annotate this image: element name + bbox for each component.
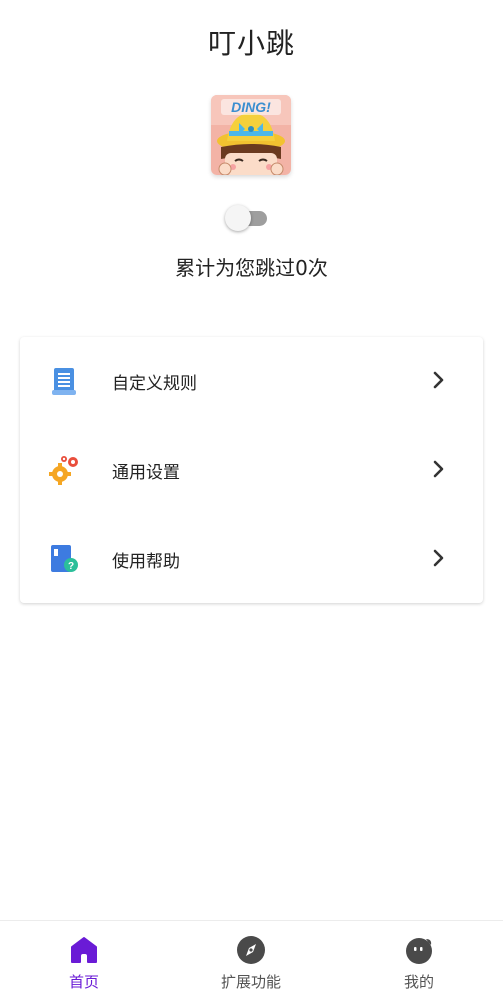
home-icon <box>69 935 99 965</box>
profile-face-icon <box>404 935 434 965</box>
nav-label: 首页 <box>68 973 99 991</box>
chevron-right-icon <box>432 370 446 390</box>
help-book-icon: ? <box>48 543 80 575</box>
bottom-navigation: 首页 扩展功能 我的 <box>0 920 503 1000</box>
nav-label: 我的 <box>403 973 434 991</box>
chevron-right-icon <box>432 459 446 479</box>
menu-item-label: 自定义规则 <box>112 374 197 394</box>
menu-item-general-settings[interactable]: 通用设置 <box>20 426 483 514</box>
document-rules-icon <box>48 365 80 397</box>
toggle-thumb <box>225 205 251 231</box>
logo-text: DING! <box>231 99 271 115</box>
svg-text:?: ? <box>68 561 74 572</box>
menu-item-help[interactable]: ? 使用帮助 <box>20 515 483 603</box>
skip-counter-text: 累计为您跳过0次 <box>175 256 328 280</box>
skip-toggle-switch[interactable] <box>225 204 271 232</box>
menu-item-custom-rules[interactable]: 自定义规则 <box>20 337 483 425</box>
home-screen: 叮小跳 DING! 累计为您跳过0次 自定义规则 通用设置 ? 使用帮助 首页 … <box>0 0 503 1000</box>
menu-item-label: 通用设置 <box>112 463 180 483</box>
compass-icon <box>236 935 266 965</box>
nav-label: 扩展功能 <box>220 973 281 991</box>
app-logo: DING! <box>211 95 291 175</box>
nav-tab-mine[interactable]: 我的 <box>335 921 503 1000</box>
page-title: 叮小跳 <box>207 27 295 60</box>
gears-settings-icon <box>48 454 80 486</box>
menu-item-label: 使用帮助 <box>112 552 180 572</box>
chevron-right-icon <box>432 548 446 568</box>
nav-tab-extensions[interactable]: 扩展功能 <box>167 921 335 1000</box>
menu-card: 自定义规则 通用设置 ? 使用帮助 <box>20 337 483 603</box>
nav-tab-home[interactable]: 首页 <box>0 921 168 1000</box>
